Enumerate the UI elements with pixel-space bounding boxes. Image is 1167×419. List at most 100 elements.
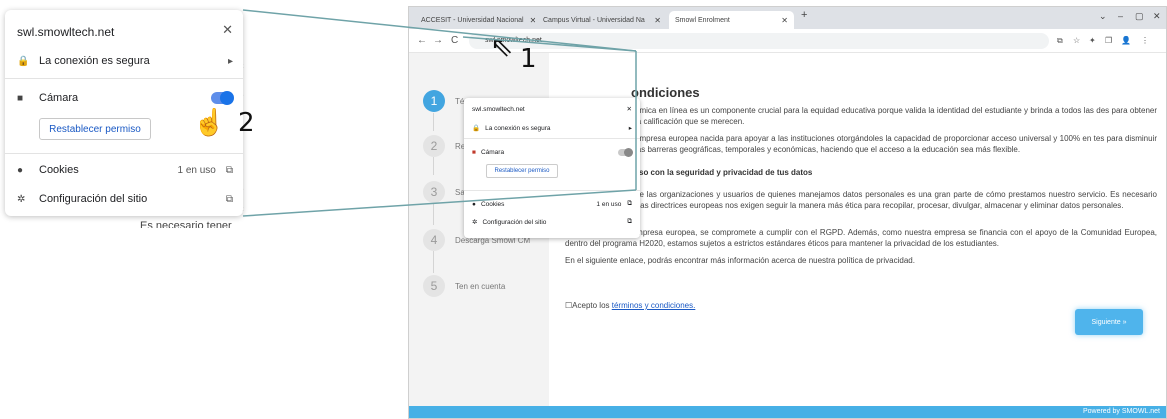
hand-cursor-icon: ☝ xyxy=(193,107,226,137)
connection-label: La conexión es segura xyxy=(485,124,551,132)
step-marker-2: 2 xyxy=(238,108,255,138)
step-item[interactable]: 3 Sac xyxy=(423,181,469,203)
page-body: 1 Tér 2 Res 3 Sac 4 Descarga Smowl CM 5 … xyxy=(409,53,1166,418)
side-panel-icon[interactable]: ❐ xyxy=(1105,36,1112,45)
step-number: 2 xyxy=(423,135,445,157)
divider xyxy=(5,153,243,154)
profile-icon[interactable]: 👤 xyxy=(1121,36,1131,45)
paragraph: En el siguiente enlace, podrás encontrar… xyxy=(565,256,915,265)
powered-by-footer: Powered by SMOWL.net xyxy=(409,406,1166,418)
paragraph: émica en línea es un componente crucial … xyxy=(635,106,1157,126)
site-host: swl.smowltech.net xyxy=(17,25,115,39)
chevron-right-icon: ▸ xyxy=(227,55,233,67)
step-number: 5 xyxy=(423,275,445,297)
step-connector xyxy=(433,203,434,225)
bookmark-star-icon[interactable]: ☆ xyxy=(1073,36,1080,45)
step-number: 3 xyxy=(423,181,445,203)
reset-permission-button[interactable]: Restablecer permiso xyxy=(486,164,558,178)
step-label: Ten en cuenta xyxy=(455,281,506,291)
site-settings-row[interactable]: ✲ Configuración del sitio ⧉ xyxy=(472,216,632,228)
camera-permission-row: ■ Cámara xyxy=(17,89,234,107)
site-settings-label: Configuración del sitio xyxy=(482,218,547,226)
step-item[interactable]: 2 Res xyxy=(423,135,469,157)
divider xyxy=(464,190,640,191)
divider xyxy=(5,78,243,79)
accept-label: Acepto los xyxy=(572,301,612,310)
step-connector xyxy=(433,157,434,175)
forward-icon[interactable]: → xyxy=(433,35,443,46)
terms-content: ondiciones émica en línea es un componen… xyxy=(559,53,1158,406)
tab-campus-virtual[interactable]: Campus Virtual - Universidad Na ✕ xyxy=(537,11,667,29)
divider xyxy=(464,138,640,139)
camera-toggle[interactable] xyxy=(618,147,633,157)
site-host: swl.smowltech.net xyxy=(472,106,525,113)
page-title: ondiciones xyxy=(631,85,700,100)
tab-label: ACCESIT - Universidad Nacional xyxy=(421,16,524,24)
cookies-label: Cookies xyxy=(480,200,505,208)
connection-label: La conexión es segura xyxy=(39,55,150,67)
cookies-status: 1 en uso xyxy=(596,200,622,208)
step-connector xyxy=(433,251,434,273)
tab-label: Smowl Enrolment xyxy=(675,16,730,24)
site-settings-row[interactable]: ✲ Configuración del sitio ⧉ xyxy=(17,190,233,208)
paragraph: Smowltech, como empresa europea, se comp… xyxy=(565,228,1157,248)
close-icon[interactable]: ✕ xyxy=(627,105,632,113)
new-tab-button[interactable]: + xyxy=(801,9,807,21)
next-button[interactable]: Siguiente » xyxy=(1075,309,1143,335)
step-number: 1 xyxy=(423,90,445,112)
maximize-button[interactable]: ▢ xyxy=(1135,11,1144,22)
extensions-icon[interactable]: ✦ xyxy=(1089,36,1096,45)
chevron-right-icon: ▸ xyxy=(628,125,632,132)
close-window-button[interactable]: ✕ xyxy=(1153,11,1161,22)
background-text-fragment: Es necesario tener xyxy=(140,220,232,228)
camera-toggle[interactable] xyxy=(211,91,234,105)
external-link-icon: ⧉ xyxy=(627,200,632,207)
external-link-icon: ⧉ xyxy=(627,218,632,225)
reset-permission-button[interactable]: Restablecer permiso xyxy=(39,118,151,140)
close-icon[interactable]: ✕ xyxy=(775,16,788,25)
tab-label: Campus Virtual - Universidad Na xyxy=(543,16,645,24)
site-settings-label: Configuración del sitio xyxy=(39,193,148,205)
cookies-status: 1 en uso xyxy=(177,164,216,176)
paragraph: empresa europea nacida para apoyar a las… xyxy=(635,134,1157,154)
close-icon[interactable]: ✕ xyxy=(222,22,233,38)
step-item[interactable]: 5 Ten en cuenta xyxy=(423,275,505,297)
close-icon[interactable]: ✕ xyxy=(524,16,535,25)
cookies-row[interactable]: ● Cookies 1 en uso ⧉ xyxy=(472,198,632,210)
camera-label: Cámara xyxy=(480,148,505,156)
minimize-button[interactable]: – xyxy=(1118,11,1123,21)
cookies-label: Cookies xyxy=(39,164,79,176)
step-number: 4 xyxy=(423,229,445,251)
external-link-icon: ⧉ xyxy=(225,164,233,176)
url-input[interactable]: swl.smowltech.net xyxy=(469,33,1049,49)
lock-icon: 🔒 xyxy=(472,125,481,132)
accept-terms-row[interactable]: ☐Acepto los términos y condiciones. xyxy=(565,300,695,311)
tab-search-icon[interactable]: ⌄ xyxy=(1099,11,1107,22)
tab-bar: ACCESIT - Universidad Nacional✕ Campus V… xyxy=(409,7,1166,29)
cookie-icon: ● xyxy=(17,164,24,176)
camera-icon: ■ xyxy=(17,92,24,104)
cookies-row[interactable]: ● Cookies 1 en uso ⧉ xyxy=(17,161,233,179)
section-heading: so con la seguridad y privacidad de tus … xyxy=(639,168,813,177)
close-icon[interactable]: ✕ xyxy=(648,16,661,25)
translate-icon[interactable]: ⧉ xyxy=(1057,36,1063,46)
step-connector xyxy=(433,113,434,131)
menu-icon[interactable]: ⋮ xyxy=(1141,36,1149,45)
tab-accesit[interactable]: ACCESIT - Universidad Nacional✕ xyxy=(415,11,535,29)
reload-icon[interactable]: C xyxy=(451,35,458,46)
camera-label: Cámara xyxy=(39,92,79,104)
back-icon[interactable]: ← xyxy=(417,35,427,46)
terms-link[interactable]: términos y condiciones. xyxy=(612,301,696,310)
connection-secure-row[interactable]: 🔒 La conexión es segura ▸ xyxy=(472,122,632,134)
arrow-cursor-icon: ⇖ xyxy=(490,31,514,62)
camera-permission-row: ■ Cámara xyxy=(472,146,633,158)
site-info-popup: swl.smowltech.net ✕ 🔒 La conexión es seg… xyxy=(464,98,640,238)
paragraph: de las organizaciones y usuarios de quie… xyxy=(565,190,1157,210)
external-link-icon: ⧉ xyxy=(225,193,233,205)
step-marker-1: 1 xyxy=(520,44,537,74)
tab-smowl-enrolment[interactable]: Smowl Enrolment ✕ xyxy=(669,11,794,29)
lock-icon: 🔒 xyxy=(17,55,30,67)
step-item[interactable]: 1 Tér xyxy=(423,90,467,112)
connection-secure-row[interactable]: 🔒 La conexión es segura ▸ xyxy=(17,52,233,70)
gear-icon: ✲ xyxy=(17,193,26,205)
